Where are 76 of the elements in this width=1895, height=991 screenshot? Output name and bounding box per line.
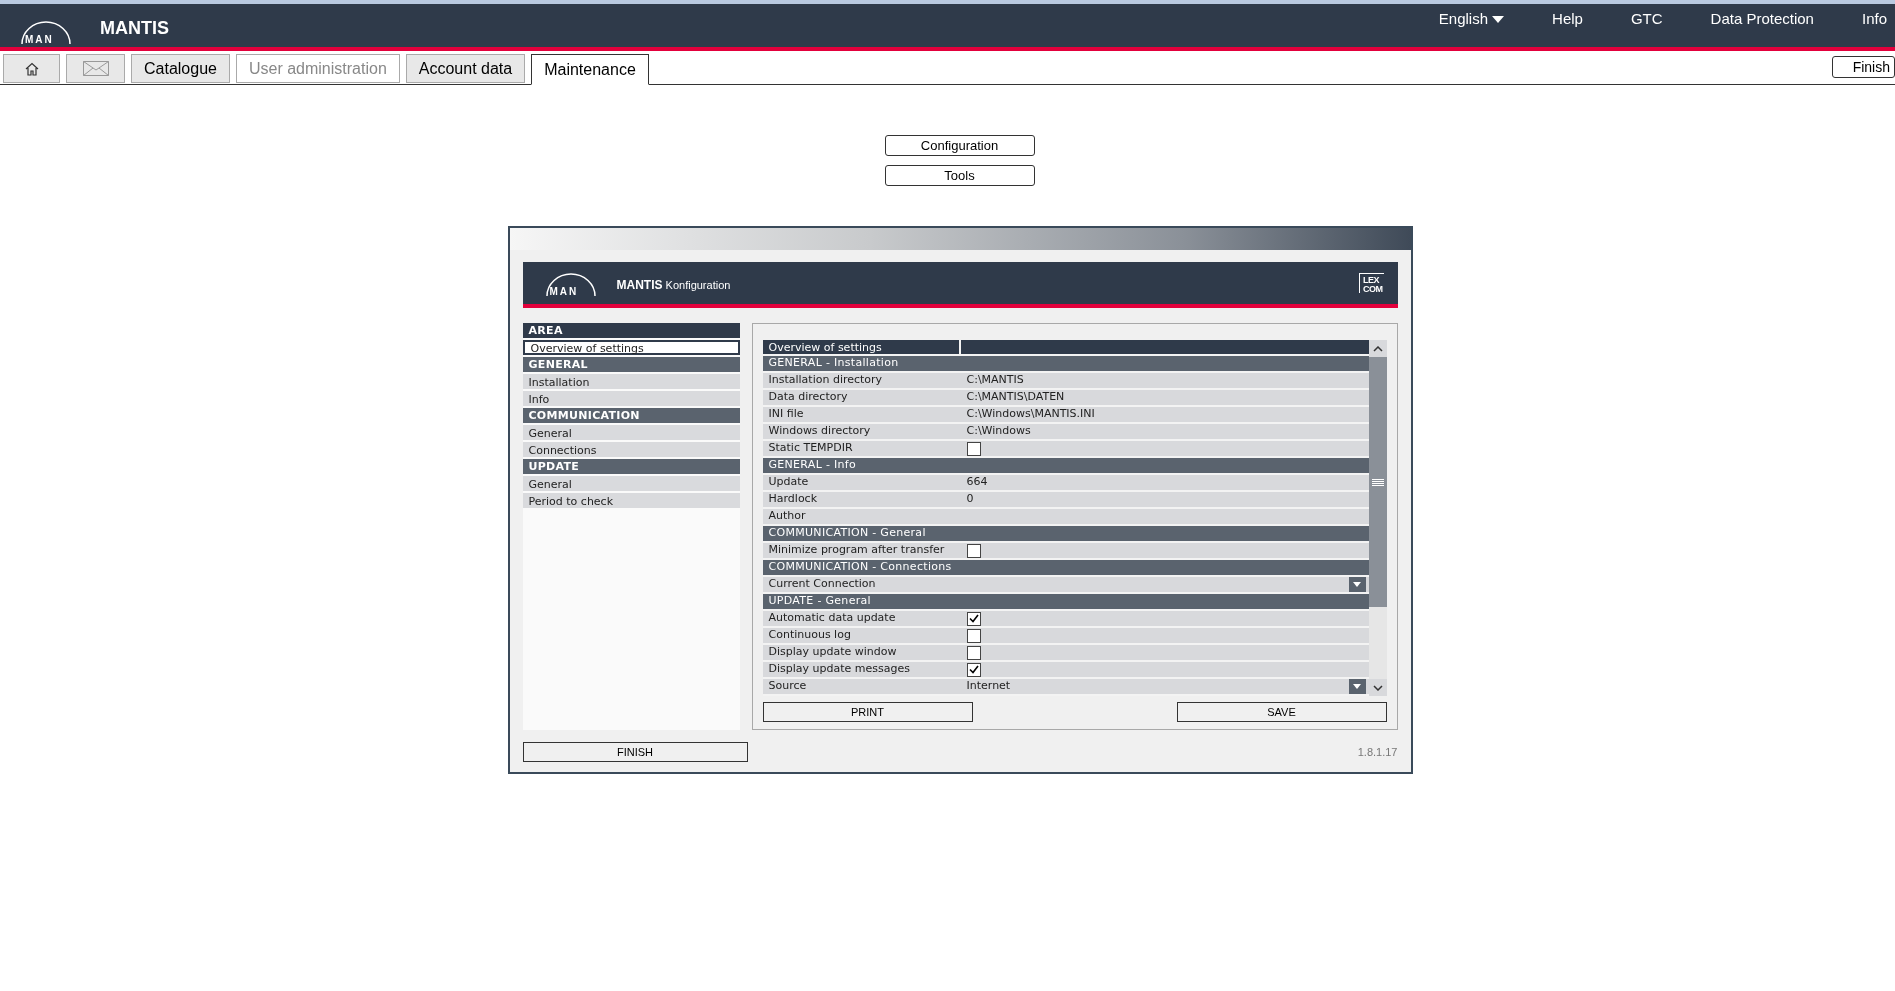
setting-label: Display update messages: [767, 661, 911, 678]
setting-value: 664: [966, 474, 988, 491]
checkbox[interactable]: [966, 441, 981, 456]
setting-value: C:\MANTIS: [966, 372, 1024, 389]
save-button[interactable]: SAVE: [1176, 702, 1387, 722]
setting-label: INI file: [767, 406, 805, 423]
setting-value: C:\MANTIS\DATEN: [966, 389, 1065, 406]
menu-link[interactable]: Info: [1837, 8, 1895, 31]
tab[interactable]: Maintenance: [531, 54, 649, 85]
menu-link[interactable]: Data Protection: [1686, 8, 1838, 31]
setting-label: Update: [767, 474, 810, 491]
dropdown-button[interactable]: [1348, 577, 1366, 592]
menu-link[interactable]: GTC: [1606, 8, 1687, 31]
sidebar-heading: GENERAL: [522, 357, 740, 372]
dropdown-button[interactable]: [1348, 679, 1366, 694]
version-label: 1.8.1.17: [1357, 744, 1398, 760]
sidebar-item[interactable]: Info: [522, 391, 740, 406]
setting-label: Data directory: [767, 389, 849, 406]
sidebar-item[interactable]: Period to check: [522, 493, 740, 508]
checkbox[interactable]: [966, 543, 981, 558]
caret-icon: [1492, 15, 1505, 23]
brand-logo: LEX COM: [1359, 272, 1384, 294]
envelope-icon: [82, 61, 109, 76]
caret-icon: [1353, 582, 1361, 587]
finish-button[interactable]: FINISH: [522, 742, 748, 762]
setting-label: Automatic data update: [767, 610, 897, 627]
setting-label: Windows directory: [767, 423, 872, 440]
tab[interactable]: Account data: [405, 54, 526, 83]
sidebar-item[interactable]: Connections: [522, 442, 740, 457]
sidebar-item[interactable]: General: [522, 476, 740, 491]
setting-label: Source: [767, 678, 808, 695]
checkbox[interactable]: [966, 662, 981, 677]
table-heading: Overview of settings: [762, 340, 961, 354]
setting-value: 0: [966, 491, 974, 508]
checkbox[interactable]: [966, 628, 981, 643]
section-heading: GENERAL - Installation: [767, 355, 900, 372]
home-tab[interactable]: [3, 54, 60, 83]
dialog-title: MANTIS Konfiguration: [616, 277, 731, 294]
sidebar-item[interactable]: General: [522, 425, 740, 440]
setting-label: Continuous log: [767, 627, 852, 644]
menu-link[interactable]: Help: [1528, 8, 1607, 31]
setting-value: C:\Windows: [966, 423, 1031, 440]
menu-button[interactable]: Configuration: [884, 135, 1035, 156]
section-heading: UPDATE - General: [767, 593, 872, 610]
checkmark-icon: [968, 614, 979, 623]
sidebar-heading: UPDATE: [522, 459, 740, 474]
sidebar-heading: COMMUNICATION: [522, 408, 740, 423]
app-title: MANTIS: [100, 17, 169, 40]
setting-value: C:\Windows\MANTIS.INI: [966, 406, 1095, 423]
man-logo: MAN: [540, 268, 601, 298]
sidebar-item[interactable]: Installation: [522, 374, 740, 389]
setting-label: Current Connection: [767, 576, 877, 593]
section-heading: COMMUNICATION - Connections: [767, 559, 953, 576]
setting-value: Internet: [966, 678, 1011, 695]
setting-label: Installation directory: [767, 372, 884, 389]
home-icon: [24, 61, 39, 76]
sidebar-item[interactable]: Overview of settings: [522, 340, 740, 355]
checkbox[interactable]: [966, 611, 981, 626]
sidebar-heading: AREA: [522, 323, 740, 338]
finish-button[interactable]: Finish: [1831, 56, 1895, 78]
caret-icon: [1353, 684, 1361, 689]
man-logo: MAN: [16, 16, 76, 46]
setting-label: Display update window: [767, 644, 898, 661]
tab[interactable]: Catalogue: [131, 54, 230, 83]
checkmark-icon: [968, 665, 979, 674]
setting-label: Hardlock: [767, 491, 819, 508]
setting-label: Author: [767, 508, 807, 525]
setting-label: Static TEMPDIR: [767, 440, 854, 457]
section-heading: GENERAL - Info: [767, 457, 857, 474]
setting-label: Minimize program after transfer: [767, 542, 946, 559]
grip-icon: [1371, 478, 1384, 486]
print-button[interactable]: PRINT: [762, 702, 973, 722]
section-heading: COMMUNICATION - General: [767, 525, 927, 542]
menu-link[interactable]: English: [1414, 8, 1529, 31]
menu-button[interactable]: Tools: [884, 165, 1035, 186]
checkbox[interactable]: [966, 645, 981, 660]
